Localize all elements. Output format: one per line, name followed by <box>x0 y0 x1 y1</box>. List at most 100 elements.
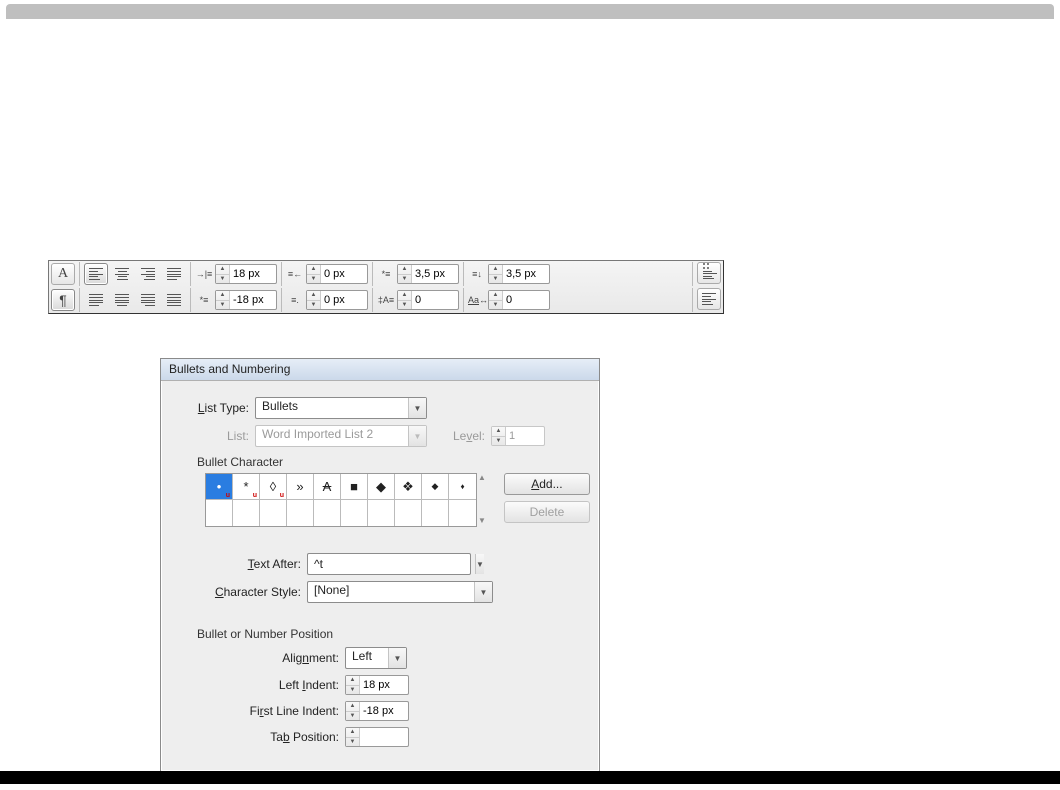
stepper-down[interactable]: ▼ <box>307 301 320 310</box>
paragraph-mode-button[interactable]: ¶ <box>51 289 75 311</box>
scroll-up-icon[interactable]: ▲ <box>478 473 486 482</box>
last-line-indent-field[interactable]: ▲▼ <box>306 290 368 310</box>
space-after-field[interactable]: ▲▼ <box>488 264 550 284</box>
left-indent-label: Left Indent: <box>175 678 339 692</box>
stepper-up[interactable]: ▲ <box>346 676 359 686</box>
dropdown-arrow-icon[interactable]: ▼ <box>388 648 406 668</box>
justify-left-button[interactable] <box>84 289 108 311</box>
stepper-down[interactable]: ▼ <box>346 686 359 695</box>
dlg-first-line-field[interactable]: ▲▼ <box>345 701 409 721</box>
bullet-char-cell[interactable]: ◆ <box>368 474 395 500</box>
numbered-list-button[interactable] <box>697 288 721 310</box>
align-right-button[interactable] <box>136 263 160 285</box>
justify-right-button[interactable] <box>136 289 160 311</box>
align-left-button[interactable] <box>84 263 108 285</box>
text-after-combo[interactable]: ▼ <box>307 553 471 575</box>
last-line-indent-input[interactable] <box>321 292 367 308</box>
add-bullet-button[interactable]: Add... <box>504 473 590 495</box>
stepper-up[interactable]: ▲ <box>489 291 502 301</box>
bullet-char-cell[interactable]: A <box>314 474 341 500</box>
text-after-input[interactable] <box>308 555 475 573</box>
bullet-char-cell[interactable]: ◊u <box>260 474 287 500</box>
bullets-numbering-dialog: Bullets and Numbering ↖ List Type: Bulle… <box>160 358 600 772</box>
left-indent-field[interactable]: ▲▼ <box>215 264 277 284</box>
separator <box>372 288 373 312</box>
stepper-up[interactable]: ▲ <box>307 291 320 301</box>
list-type-combo[interactable]: Bullets ▼ <box>255 397 427 419</box>
character-mode-button[interactable]: A <box>51 263 75 285</box>
stepper-up[interactable]: ▲ <box>307 265 320 275</box>
left-indent-input[interactable] <box>230 266 276 282</box>
alignment-label: Alignment: <box>175 651 339 665</box>
dropdown-arrow-icon[interactable]: ▼ <box>408 398 426 418</box>
bullet-char-cell[interactable]: ♦ <box>449 474 476 500</box>
level-field: ▲▼ <box>491 426 545 446</box>
dlg-left-indent-input[interactable] <box>360 677 408 693</box>
stepper-up[interactable]: ▲ <box>489 265 502 275</box>
stepper-down[interactable]: ▼ <box>307 275 320 284</box>
level-input <box>506 428 544 444</box>
stepper-down[interactable]: ▼ <box>216 275 229 284</box>
bullets-list-button[interactable] <box>697 262 721 284</box>
first-line-indent-field[interactable]: ▲▼ <box>215 290 277 310</box>
bullet-char-cell[interactable] <box>287 500 314 526</box>
dlg-tab-pos-input[interactable] <box>360 729 408 745</box>
bullet-char-cell[interactable] <box>341 500 368 526</box>
dlg-left-indent-field[interactable]: ▲▼ <box>345 675 409 695</box>
bullet-char-cell[interactable]: *u <box>233 474 260 500</box>
bullet-char-cell[interactable] <box>395 500 422 526</box>
bullet-char-cell[interactable] <box>449 500 476 526</box>
align-justify-button[interactable] <box>162 263 186 285</box>
stepper-down[interactable]: ▼ <box>398 301 411 310</box>
right-indent-input[interactable] <box>321 266 367 282</box>
stepper-up[interactable]: ▲ <box>346 702 359 712</box>
bullet-char-cell[interactable] <box>206 500 233 526</box>
stepper-up[interactable]: ▲ <box>346 728 359 738</box>
stepper-up[interactable]: ▲ <box>398 291 411 301</box>
stepper-up[interactable]: ▲ <box>216 265 229 275</box>
scroll-down-icon[interactable]: ▼ <box>478 516 486 525</box>
bullet-char-cell[interactable] <box>422 500 449 526</box>
stepper-down[interactable]: ▼ <box>346 738 359 747</box>
stepper-down[interactable]: ▼ <box>216 301 229 310</box>
alignment-combo[interactable]: Left ▼ <box>345 647 407 669</box>
bullet-char-cell[interactable]: ◆ <box>422 474 449 500</box>
bullet-char-cell[interactable] <box>260 500 287 526</box>
bullet-char-cell[interactable]: •u <box>206 474 233 500</box>
align-center-button[interactable] <box>110 263 134 285</box>
character-style-combo[interactable]: [None] ▼ <box>307 581 493 603</box>
dlg-tab-pos-field[interactable]: ▲▼ <box>345 727 409 747</box>
justify-center-button[interactable] <box>110 289 134 311</box>
dropdown-arrow-icon[interactable]: ▼ <box>475 554 484 574</box>
space-before-field[interactable]: ▲▼ <box>397 264 459 284</box>
stepper-down[interactable]: ▼ <box>489 301 502 310</box>
justify-all-button[interactable] <box>162 289 186 311</box>
window-titlebar <box>6 4 1054 19</box>
dropdown-arrow-icon[interactable]: ▼ <box>474 582 492 602</box>
first-line-indent-label: First Line Indent: <box>175 704 339 718</box>
bullet-char-cell[interactable]: ❖ <box>395 474 422 500</box>
bullet-char-cell[interactable]: ■ <box>341 474 368 500</box>
drop-cap-lines-field[interactable]: ▲▼ <box>397 290 459 310</box>
drop-cap-lines-input[interactable] <box>412 292 458 308</box>
stepper-up[interactable]: ▲ <box>398 265 411 275</box>
drop-cap-chars-field[interactable]: ▲▼ <box>488 290 550 310</box>
space-before-input[interactable] <box>412 266 458 282</box>
stepper-down[interactable]: ▼ <box>489 275 502 284</box>
stepper-up[interactable]: ▲ <box>216 291 229 301</box>
stepper-down[interactable]: ▼ <box>398 275 411 284</box>
bullet-char-cell[interactable]: » <box>287 474 314 500</box>
stepper-down[interactable]: ▼ <box>346 712 359 721</box>
bullet-char-cell[interactable] <box>368 500 395 526</box>
separator <box>281 262 282 286</box>
space-after-input[interactable] <box>503 266 549 282</box>
separator <box>281 288 282 312</box>
right-indent-field[interactable]: ▲▼ <box>306 264 368 284</box>
drop-cap-chars-input[interactable] <box>503 292 549 308</box>
separator <box>372 262 373 286</box>
list-combo: Word Imported List 2 ▼ <box>255 425 427 447</box>
bullet-char-cell[interactable] <box>314 500 341 526</box>
bullet-char-cell[interactable] <box>233 500 260 526</box>
dlg-first-line-input[interactable] <box>360 703 408 719</box>
first-line-indent-input[interactable] <box>230 292 276 308</box>
